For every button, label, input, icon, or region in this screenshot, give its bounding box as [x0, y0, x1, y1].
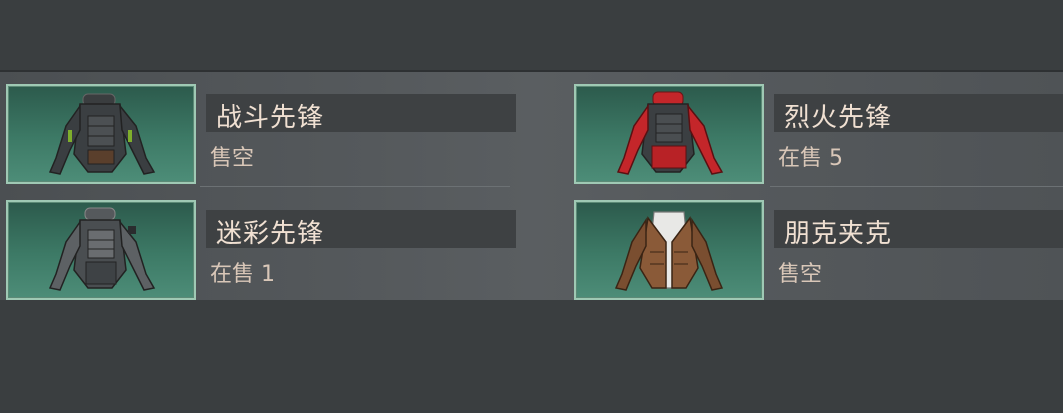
item-thumbnail — [6, 84, 196, 184]
item-name-bar: 战斗先锋 — [206, 94, 516, 133]
store-item-card[interactable]: 战斗先锋 售空 — [6, 84, 516, 184]
item-status: 在售 5 — [778, 146, 843, 171]
item-name-bar: 烈火先锋 — [774, 94, 1063, 133]
item-thumbnail — [6, 200, 196, 300]
jacket-icon — [48, 93, 156, 175]
bottom-area — [0, 300, 1063, 413]
item-name: 迷彩先锋 — [216, 219, 325, 249]
store-item-card[interactable]: 迷彩先锋 在售 1 — [6, 200, 516, 300]
item-status: 售空 — [778, 262, 823, 287]
jacket-icon — [616, 91, 724, 175]
item-name: 朋克夹克 — [784, 219, 893, 249]
row-divider — [200, 186, 510, 187]
item-status: 售空 — [210, 146, 255, 171]
item-name-bar: 迷彩先锋 — [206, 210, 516, 249]
store-item-grid: 战斗先锋 售空 烈火先锋 在售 5 迷彩先锋 在售 1 朋克夹克 售空 — [0, 70, 1063, 302]
store-item-card[interactable]: 朋克夹克 售空 — [574, 200, 1063, 300]
jacket-icon — [48, 207, 156, 291]
item-thumbnail — [574, 200, 764, 300]
item-thumbnail — [574, 84, 764, 184]
top-bar — [0, 0, 1063, 70]
jacket-icon — [614, 211, 724, 291]
item-name-bar: 朋克夹克 — [774, 210, 1063, 249]
item-name: 战斗先锋 — [216, 103, 325, 133]
item-name: 烈火先锋 — [784, 103, 893, 133]
store-item-card[interactable]: 烈火先锋 在售 5 — [574, 84, 1063, 184]
item-status: 在售 1 — [210, 262, 275, 287]
row-divider — [770, 186, 1063, 187]
